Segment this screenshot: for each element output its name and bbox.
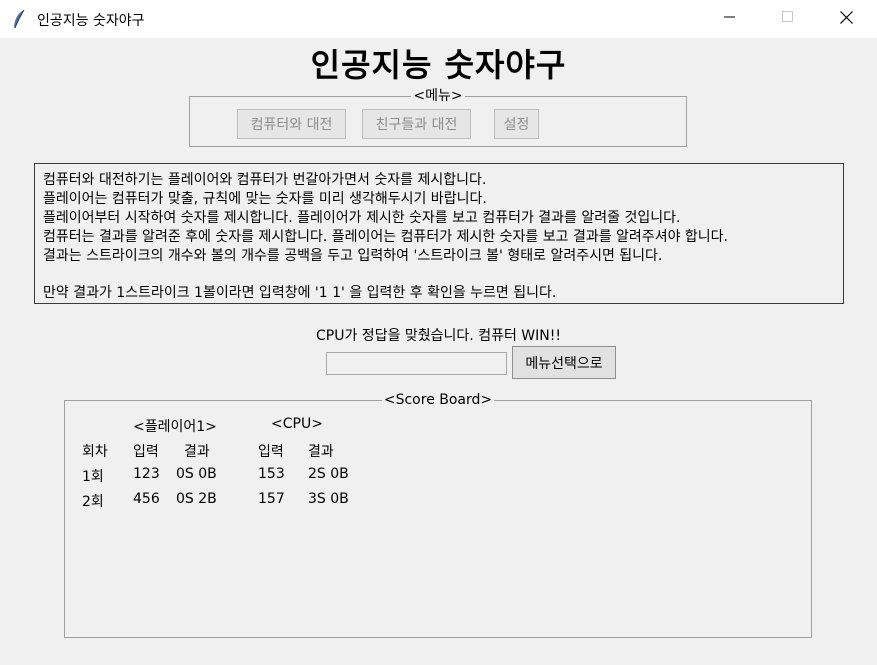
settings-button[interactable]: 설정 xyxy=(494,109,539,139)
rules-line: 컴퓨터와 대전하기는 플레이어와 컴퓨터가 번갈아가면서 숫자를 제시합니다. xyxy=(43,172,487,188)
row-player-input: 123 xyxy=(133,466,160,482)
row-player-result: 0S 0B xyxy=(176,466,217,482)
rules-line: 컴퓨터는 결과를 알려준 후에 숫자를 제시합니다. 플레이어는 컴퓨터가 제시… xyxy=(43,229,728,245)
column-round: 회차 xyxy=(82,444,108,460)
row-cpu-input: 153 xyxy=(258,466,285,482)
maximize-icon xyxy=(782,11,794,27)
window-title: 인공지능 숫자야구 xyxy=(37,13,145,29)
scoreboard-groupbox: <Score Board> <플레이어1> <CPU> 회차 입력 결과 입력 … xyxy=(64,392,812,638)
vs-computer-button[interactable]: 컴퓨터와 대전 xyxy=(237,109,346,139)
close-button[interactable] xyxy=(817,0,875,38)
row-player-result: 0S 2B xyxy=(176,491,217,507)
rules-textbox: 컴퓨터와 대전하기는 플레이어와 컴퓨터가 번갈아가면서 숫자를 제시합니다. … xyxy=(34,163,844,304)
menu-legend: <메뉴> xyxy=(411,88,465,104)
player-header: <플레이어1> xyxy=(133,419,217,435)
minimize-button[interactable] xyxy=(701,0,759,38)
column-player-result: 결과 xyxy=(184,444,210,460)
row-player-input: 456 xyxy=(133,491,160,507)
rules-line: 만약 결과가 1스트라이크 1볼이라면 입력창에 '1 1' 을 입력한 후 확… xyxy=(43,285,557,301)
close-icon xyxy=(839,10,853,28)
maximize-button[interactable] xyxy=(759,0,817,38)
scoreboard-legend: <Score Board> xyxy=(381,392,495,408)
status-message: CPU가 정답을 맞췄습니다. 컴퓨터 WIN!! xyxy=(316,328,561,344)
minimize-icon xyxy=(724,11,736,27)
column-cpu-input: 입력 xyxy=(258,444,284,460)
column-cpu-result: 결과 xyxy=(308,444,334,460)
rules-line: 결과는 스트라이크의 개수와 볼의 개수를 공백을 두고 입력하여 '스트라이크… xyxy=(43,248,663,264)
rules-line: 플레이어부터 시작하여 숫자를 제시합니다. 플레이어가 제시한 숫자를 보고 … xyxy=(43,210,681,226)
cpu-header: <CPU> xyxy=(271,416,323,432)
column-player-input: 입력 xyxy=(133,444,159,460)
row-round: 2회 xyxy=(82,494,104,510)
row-cpu-input: 157 xyxy=(258,491,285,507)
window-titlebar: 인공지능 숫자야구 xyxy=(0,0,877,38)
row-round: 1회 xyxy=(82,469,104,485)
row-cpu-result: 2S 0B xyxy=(308,466,349,482)
answer-input[interactable] xyxy=(326,352,507,375)
rules-line: 플레이어는 컴퓨터가 맞출, 규칙에 맞는 숫자를 미리 생각해두시기 바랍니다… xyxy=(43,191,487,207)
feather-icon xyxy=(12,9,26,29)
back-to-menu-button[interactable]: 메뉴선택으로 xyxy=(512,346,616,379)
row-cpu-result: 3S 0B xyxy=(308,491,349,507)
page-title: 인공지능 숫자야구 xyxy=(310,46,567,84)
vs-friends-button[interactable]: 친구들과 대전 xyxy=(362,109,471,139)
